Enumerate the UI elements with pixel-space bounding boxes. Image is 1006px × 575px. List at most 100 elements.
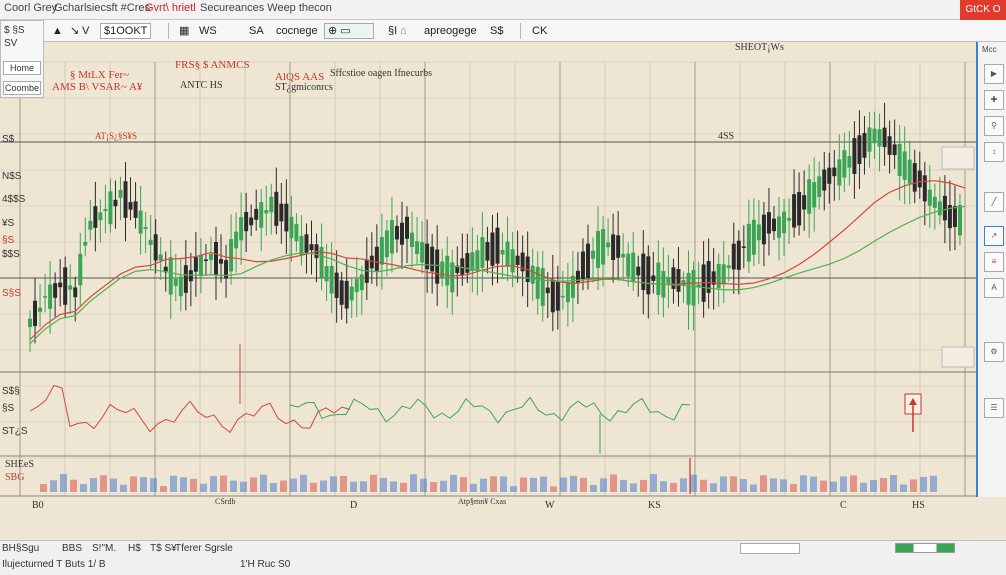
crosshair-icon[interactable]: ✚ [984,90,1004,110]
table-icon[interactable]: ▦ [175,23,193,39]
tool-apreogege[interactable]: apreogege [420,23,481,39]
candle-body [143,227,148,229]
home-button[interactable]: Home [3,61,41,75]
tool-ws[interactable]: WS [195,23,221,39]
window-title-right: Secureances Weep thecon [200,2,332,14]
close-button[interactable]: GtCK O [960,0,1006,20]
candle-body [294,223,299,242]
tool-cocnege[interactable]: cocnege [272,23,322,39]
legend-dark-b: ANTC HS [180,80,223,91]
candle-body [344,280,349,309]
volume-bar [520,477,527,492]
volume-bar [80,483,87,492]
candle-body [897,143,902,177]
price-chart[interactable]: § MtLX Fer~ FRS§ $ ANMCS AlQS AAS Sffcst… [0,42,976,539]
window-title-app: Gcharlsiecsft #Cres [54,2,150,14]
volume-bar [90,478,97,492]
candle-body [495,227,500,264]
candle-body [802,195,807,210]
candle-body [254,208,259,220]
candle-body [575,270,580,284]
candle-body [219,259,224,264]
candle-body [741,246,746,248]
text-icon[interactable]: A [984,278,1004,298]
tool-sa[interactable]: SA [245,23,268,39]
zoom-icon[interactable]: ⚲ [984,116,1004,136]
volume-bar [210,476,217,492]
config-button[interactable]: Coombe [3,81,41,95]
fib-icon[interactable]: ≡ [984,252,1004,272]
candle-body [229,239,234,272]
status-e: T$ S¥ [150,543,177,554]
legend-red-b: FRS§ $ ANMCS [175,59,250,71]
candle-body [937,201,942,216]
candle-body [621,253,626,258]
volume-bar [640,479,647,492]
candle-body [927,189,932,206]
candle-body [128,202,133,210]
candle-body [435,249,440,284]
candle-body [234,231,239,249]
osc-label-0: S$§ [2,386,20,397]
layers-icon[interactable]: ☰ [984,398,1004,418]
candle-body [113,199,118,207]
volume-bar [190,478,197,492]
status-f: Tferer Sgrsle [175,543,233,554]
candle-body [289,216,294,239]
candle-body [761,214,766,245]
volume-bar [760,475,767,492]
volume-bar [650,474,657,492]
volume-bar [70,479,77,492]
y-label-2: 4$$S [2,194,26,205]
candle-body [917,170,922,188]
indicator-icon[interactable]: ⌂ [396,23,411,39]
candle-body [183,265,188,293]
chart-sub-label: SHEOT¡Ws [735,42,784,53]
candle-body [606,242,611,248]
draw-icon[interactable]: V [78,23,93,39]
volume-bar [460,477,467,492]
status-input[interactable] [740,543,800,554]
volume-bar [630,483,637,492]
candle-body [766,212,771,234]
measure-icon[interactable]: ↕ [984,142,1004,162]
status-a: BH§Sgu [2,543,40,554]
volume-bar [610,474,617,492]
candle-body [676,269,681,292]
candle-body [651,275,656,281]
candle-body [656,262,661,295]
volume-bar [790,483,797,492]
candle-body [349,286,354,301]
line-icon[interactable]: ╱ [984,192,1004,212]
volume-bar [220,475,227,492]
osc-label-2: ST¿S [2,426,28,437]
volume-bar [150,478,157,492]
candle-body [415,241,420,255]
select-icon[interactable]: ▶ [984,64,1004,84]
timeframe-select[interactable]: ⊕ ▭ [324,23,374,39]
midline-tag: 4SS [718,131,734,142]
y-label-6: S§S [2,288,21,299]
candle-body [907,159,912,184]
volume-bar [320,480,327,492]
candle-body [510,249,515,273]
cursor-tool-icon[interactable]: ▲ [48,23,67,39]
volume-bar [550,486,557,492]
tool-ck[interactable]: CK [528,23,551,39]
tool-s[interactable]: S$ [486,23,507,39]
volume-bar [370,474,377,492]
candle-body [168,257,173,295]
candle-body [173,278,178,286]
candle-body [560,295,565,298]
symbol-field[interactable]: $1OOKT [100,23,152,39]
candle-body [394,225,399,240]
volume-bar [910,479,917,492]
left-panel: $ §S SV Home Coombe [0,20,44,98]
volume-bar [400,482,407,492]
candle-body [555,281,560,311]
volume-bar [730,476,737,492]
volume-bar [510,486,517,492]
candle-body [837,159,842,186]
settings-icon[interactable]: ⚙ [984,342,1004,362]
trend-icon[interactable]: ↗ [984,226,1004,246]
